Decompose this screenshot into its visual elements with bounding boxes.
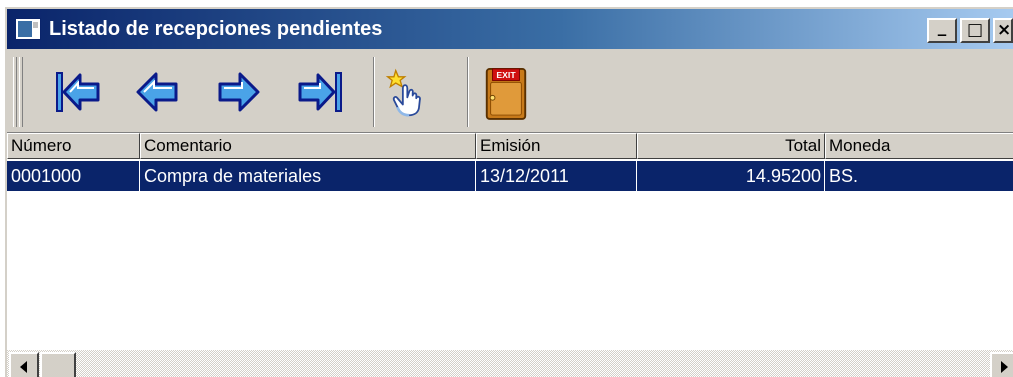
exit-door-icon: EXIT bbox=[485, 67, 527, 120]
previous-record-arrow-icon bbox=[136, 72, 178, 112]
close-button[interactable]: × bbox=[993, 18, 1013, 43]
toolbar-separator bbox=[373, 57, 375, 127]
window: Listado de recepciones pendientes _ □ × bbox=[3, 5, 1013, 377]
cell-comentario: Compra de materiales bbox=[140, 161, 476, 191]
app-icon[interactable] bbox=[15, 18, 41, 40]
cell-emision: 13/12/2011 bbox=[476, 161, 637, 191]
window-controls: _ □ × bbox=[924, 18, 1013, 43]
pointing-hand-icon bbox=[385, 68, 421, 117]
column-header-emision[interactable]: Emisión bbox=[476, 133, 637, 159]
column-header-moneda[interactable]: Moneda bbox=[825, 133, 1013, 159]
minimize-button[interactable]: _ bbox=[927, 18, 957, 43]
first-record-arrow-icon bbox=[56, 72, 100, 112]
scroll-right-button[interactable] bbox=[990, 352, 1013, 377]
cell-moneda: BS. bbox=[829, 166, 859, 186]
last-record-arrow-icon bbox=[298, 72, 342, 112]
toolbar-grip[interactable] bbox=[13, 57, 17, 127]
close-icon: × bbox=[997, 20, 1012, 40]
cell-total: 14.95200 bbox=[637, 161, 825, 191]
scroll-right-arrow-icon bbox=[1001, 361, 1008, 373]
scrollbar-thumb[interactable] bbox=[40, 352, 76, 377]
horizontal-scrollbar[interactable] bbox=[7, 350, 1013, 377]
exit-button[interactable]: EXIT bbox=[481, 64, 531, 120]
previous-record-button[interactable] bbox=[133, 64, 183, 120]
column-header-total[interactable]: Total bbox=[637, 133, 825, 159]
cell-numero: 0001000 bbox=[7, 161, 140, 191]
table-row[interactable]: 0001000 Compra de materiales 13/12/2011 … bbox=[7, 161, 1013, 191]
next-record-arrow-icon bbox=[218, 72, 260, 112]
scroll-left-arrow-icon bbox=[20, 361, 27, 373]
exit-sign-label: EXIT bbox=[496, 70, 516, 80]
select-record-button[interactable] bbox=[385, 64, 435, 120]
toolbar: EXIT bbox=[7, 51, 1013, 133]
toolbar-separator bbox=[467, 57, 469, 127]
maximize-icon: □ bbox=[966, 20, 984, 40]
next-record-button[interactable] bbox=[213, 64, 263, 120]
window-title: Listado de recepciones pendientes bbox=[49, 17, 383, 40]
maximize-button[interactable]: □ bbox=[960, 18, 990, 43]
scroll-left-button[interactable] bbox=[9, 352, 39, 377]
recepciones-grid[interactable]: Número Comentario Emisión Total Moneda 0… bbox=[7, 133, 1013, 350]
last-record-button[interactable] bbox=[295, 64, 345, 120]
column-header-comentario[interactable]: Comentario bbox=[140, 133, 476, 159]
minimize-icon: _ bbox=[937, 17, 947, 37]
column-header-numero[interactable]: Número bbox=[7, 133, 140, 159]
title-bar[interactable]: Listado de recepciones pendientes _ □ × bbox=[7, 9, 1013, 49]
first-record-button[interactable] bbox=[53, 64, 103, 120]
toolbar-grip[interactable] bbox=[19, 57, 23, 127]
